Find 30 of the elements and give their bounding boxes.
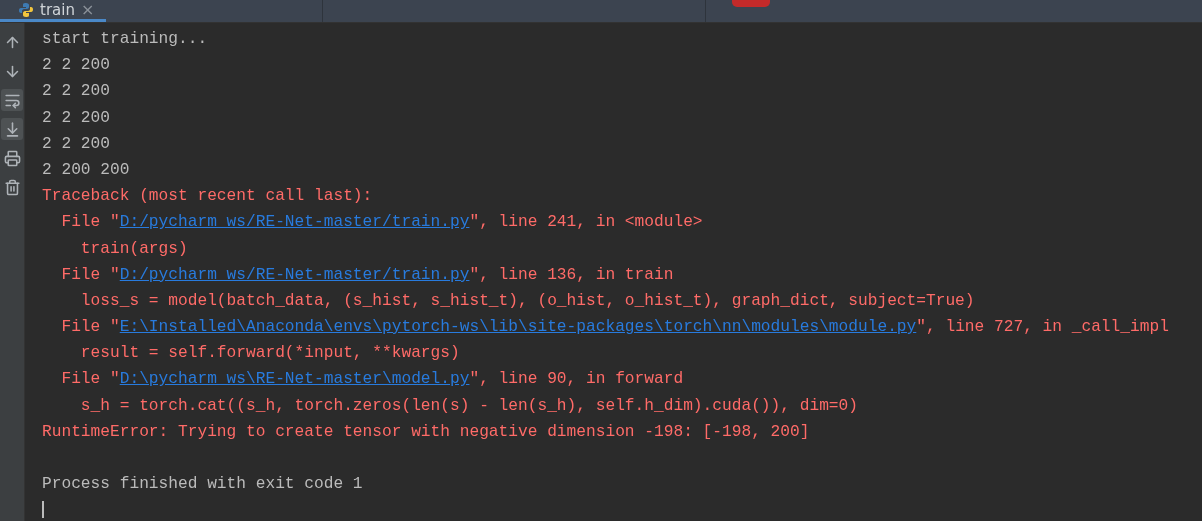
traceback-line: File "E:\Installed\Anaconda\envs\pytorch-ws\lib\site-packages\torch\nn\modules\module.py", line 727, in _call_impl bbox=[60, 317, 1170, 339]
file-link[interactable]: D:\pycharm_ws\RE-Net-master\model.py bbox=[119, 370, 470, 389]
output-line: 2 2 200 bbox=[42, 55, 111, 77]
trash-icon bbox=[3, 178, 21, 196]
traceback-line: File "D:\pycharm_ws\RE-Net-master\model.py", line 90, in forward bbox=[60, 369, 685, 391]
traceback-line: File "D:/pycharm_ws/RE-Net-master/train.py", line 136, in train bbox=[60, 264, 675, 286]
output-line: 2 200 200 bbox=[42, 159, 131, 181]
error-line: loss_s = model(batch_data, (s_hist, s_hist_t), (o_hist, o_hist_t), graph_dict, subject=True) bbox=[79, 290, 976, 312]
error-line: result = self.forward(*input, **kwargs) bbox=[79, 343, 461, 365]
output-line: 2 2 200 bbox=[42, 107, 111, 129]
python-logo-icon bbox=[18, 1, 34, 18]
printer-icon bbox=[3, 149, 21, 167]
tab-label: train bbox=[40, 0, 75, 19]
close-icon[interactable]: × bbox=[80, 0, 95, 19]
soft-wrap-button[interactable] bbox=[1, 89, 23, 111]
error-line: train(args) bbox=[79, 238, 189, 260]
indicator-mark bbox=[732, 0, 770, 7]
traceback-line: File "D:/pycharm_ws/RE-Net-master/train.py", line 241, in <module> bbox=[60, 212, 704, 234]
output-line: start training... bbox=[42, 29, 209, 50]
scroll-to-end-button[interactable] bbox=[1, 118, 23, 140]
error-line: s_h = torch.cat((s_h, torch.zeros(len(s) - len(s_h), self.h_dim).cuda()), dim=0) bbox=[79, 395, 859, 417]
file-link[interactable]: D:/pycharm_ws/RE-Net-master/train.py bbox=[119, 213, 470, 232]
error-line: RuntimeError: Trying to create tensor with negative dimension -198: [-198, 200] bbox=[42, 421, 811, 443]
file-link[interactable]: E:\Installed\Anaconda\envs\pytorch-ws\lib\site-packages\torch\nn\modules\module.py bbox=[119, 318, 917, 337]
file-link[interactable]: D:/pycharm_ws/RE-Net-master/train.py bbox=[119, 265, 470, 284]
output-line: 2 2 200 bbox=[42, 81, 111, 103]
error-line: Traceback (most recent call last): bbox=[42, 186, 374, 208]
output-line: Process finished with exit code 1 bbox=[42, 474, 364, 496]
text-cursor bbox=[42, 501, 44, 519]
output-line: 2 2 200 bbox=[42, 133, 111, 155]
